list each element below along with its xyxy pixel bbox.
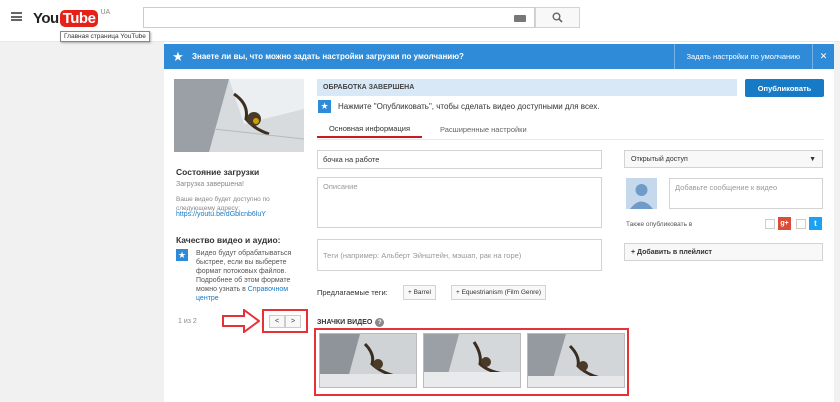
help-icon[interactable]: ? [375,318,385,327]
banner-text: Знаете ли вы, что можно задать настройки… [192,52,464,61]
avatar [626,178,657,209]
region-label: UA [100,8,111,16]
logo-tooltip: Главная страница YouTube [60,31,150,42]
also-publish-label: Также опубликовать в [626,221,693,228]
quality-title: Качество видео и аудио: [176,235,281,245]
quality-info: Видео будут обрабатываться быстрее, если… [196,250,292,302]
video-preview [174,79,304,152]
keyboard-icon[interactable] [514,15,526,22]
share-message-input[interactable]: Добавьте сообщение к видео [669,178,823,209]
star-icon: ★ [176,249,188,261]
thumbnail-option[interactable] [527,333,625,388]
thumbnail-option[interactable] [423,333,521,388]
video-thumbnails-title: ЗНАЧКИ ВИДЕО ? [317,318,385,327]
google-plus-icon: g+ [778,217,791,230]
suggested-tag[interactable]: + Barrel [403,285,436,300]
description-input[interactable]: Описание [317,177,602,228]
search-input[interactable] [143,7,535,28]
upload-status-title: Состояние загрузки [176,167,260,177]
pager-highlight: < > [262,309,308,333]
privacy-select[interactable]: Открытый доступ ▼ [624,150,823,168]
guide-menu-icon[interactable] [11,12,22,21]
add-to-playlist-button[interactable]: + Добавить в плейлист [624,243,823,261]
set-defaults-link[interactable]: Задать настройки по умолчанию [673,44,813,69]
search-icon [552,12,563,23]
tags-input[interactable]: Теги (например: Альберт Эйнштейн, мэшап,… [317,239,602,271]
tab-advanced-settings[interactable]: Расширенные настройки [440,120,527,138]
star-icon: ★ [318,100,331,113]
youtube-logo[interactable]: You Tube UA [33,8,110,28]
processing-status: ОБРАБОТКА ЗАВЕРШЕНА [317,79,737,96]
publish-button[interactable]: Опубликовать [745,79,824,97]
search-button[interactable] [535,7,580,28]
tabs-divider [317,139,824,140]
video-link[interactable]: https://youtu.be/dGblcnb6luY [176,211,266,218]
suggested-tags-label: Предлагаемые теги: [317,288,388,297]
chevron-down-icon: ▼ [809,155,816,163]
upload-status-text: Загрузка завершена! [176,181,244,188]
red-arrow-icon [222,309,260,333]
prev-button[interactable]: < [269,314,285,328]
gplus-checkbox[interactable] [765,219,775,229]
twitter-checkbox[interactable] [796,219,806,229]
star-icon: ★ [172,48,184,64]
pager-count: 1 из 2 [178,318,197,325]
title-input[interactable]: бочка на работе [317,150,602,169]
thumbnail-option[interactable] [319,333,417,388]
tab-basic-info[interactable]: Основная информация [317,120,422,138]
suggested-tag[interactable]: + Equestrianism (Film Genre) [451,285,547,300]
close-icon[interactable]: ✕ [812,44,834,69]
twitter-icon: t [809,217,822,230]
publish-notice: Нажмите "Опубликовать", чтобы сделать ви… [338,102,600,111]
defaults-banner: ★ Знаете ли вы, что можно задать настрой… [164,44,834,69]
next-button[interactable]: > [285,314,301,328]
